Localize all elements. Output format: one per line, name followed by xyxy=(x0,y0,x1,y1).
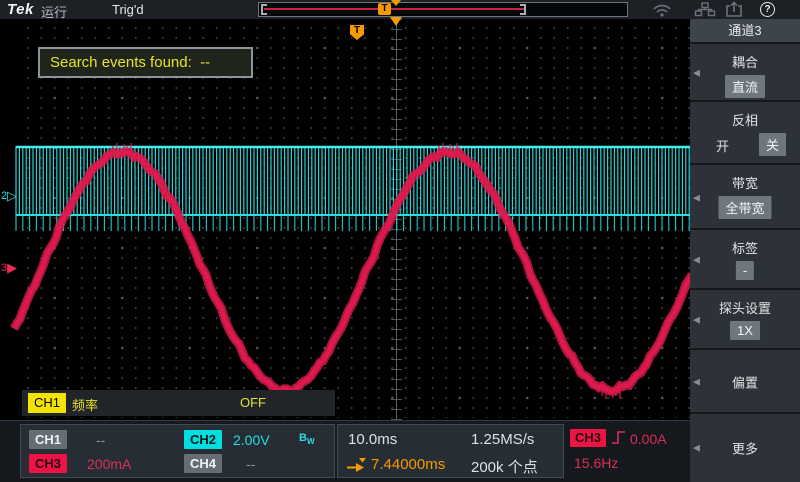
coupling-label: 耦合 xyxy=(690,52,800,71)
side-icons-row: ? xyxy=(690,0,800,19)
menu-section-offset[interactable]: ◀ 偏置 xyxy=(690,348,800,414)
measurement-type-label: 频率 xyxy=(72,395,98,414)
label-value-chip[interactable]: - xyxy=(736,261,754,280)
delay-time-value: 7.44000ms xyxy=(371,456,445,473)
trigger-readouts: CH3 0.00A 15.6Hz xyxy=(566,424,690,476)
invert-on-option[interactable]: 开 xyxy=(716,136,729,155)
graticule-center-line xyxy=(396,19,397,420)
record-view-right-bracket xyxy=(520,4,526,15)
record-view-left-bracket xyxy=(261,4,267,15)
ch4-badge[interactable]: CH4 xyxy=(184,454,222,473)
side-menu-panel: ? 通道3 ◀ 耦合 直流 反相 开 关 ◀ 带宽 全带宽 ◀ 标签 - ◀ 探… xyxy=(690,0,800,480)
export-share-icon[interactable] xyxy=(725,1,743,18)
channel-readouts-box: CH1 -- CH2 2.00V BW CH3 200mA CH4 -- xyxy=(20,424,335,478)
ch2-ground-marker[interactable]: 2▷ xyxy=(1,189,17,203)
wifi-icon[interactable] xyxy=(652,2,672,17)
trigger-state: Trig'd xyxy=(112,2,144,17)
record-view-trigger-badge[interactable]: T xyxy=(378,3,391,15)
bandwidth-value-chip[interactable]: 全带宽 xyxy=(718,196,771,219)
network-topology-icon[interactable] xyxy=(694,2,716,17)
tek-logo: Tek xyxy=(7,1,34,18)
side-menu-title: 通道3 xyxy=(690,19,800,42)
trigger-frequency-value: 15.6Hz xyxy=(574,455,618,471)
invert-label: 反相 xyxy=(690,110,800,129)
graticule-grid xyxy=(15,20,690,418)
ch2-bandwidth-limit-icon: BW xyxy=(299,432,315,446)
top-status-bar: Tek 运行 Trig'd T xyxy=(0,0,690,19)
more-label: 更多 xyxy=(690,439,800,458)
measurement-channel-badge[interactable]: CH1 xyxy=(28,393,66,413)
menu-section-bandwidth[interactable]: ◀ 带宽 全带宽 xyxy=(690,163,800,230)
measurement-bar[interactable]: CH1 频率 OFF xyxy=(22,390,335,416)
ch2-scale-value: 2.00V xyxy=(233,432,270,448)
record-view-bar[interactable]: T xyxy=(258,2,628,17)
coupling-value-chip[interactable]: 直流 xyxy=(725,75,765,98)
hollow-right-triangle-icon: ▷ xyxy=(7,188,17,203)
bandwidth-label: 带宽 xyxy=(690,173,800,192)
menu-section-more[interactable]: ◀ 更多 xyxy=(690,412,800,482)
probe-setup-label: 探头设置 xyxy=(690,298,800,317)
label-label: 标签 xyxy=(690,238,800,257)
menu-section-coupling[interactable]: ◀ 耦合 直流 xyxy=(690,42,800,102)
search-events-banner: Search events found: -- xyxy=(38,47,253,78)
horizontal-readouts-box: 10.0ms 1.25MS/s 7.44000ms 200k 个点 xyxy=(337,424,564,478)
ch3-scale-value: 200mA xyxy=(87,456,131,472)
record-view-waveform-line xyxy=(264,8,524,10)
trigger-position-icon[interactable] xyxy=(390,17,402,26)
filled-right-triangle-icon: ▶ xyxy=(7,260,17,275)
menu-section-invert[interactable]: 反相 开 关 xyxy=(690,100,800,165)
expansion-point-icon xyxy=(391,0,401,6)
waveform-display xyxy=(0,19,690,420)
rising-edge-icon xyxy=(611,428,627,446)
submenu-arrow-icon: ◀ xyxy=(693,192,700,203)
menu-section-label[interactable]: ◀ 标签 - xyxy=(690,228,800,290)
measurement-value: OFF xyxy=(240,395,266,410)
bottom-status-bar: CH1 -- CH2 2.00V BW CH3 200mA CH4 -- 10.… xyxy=(0,420,690,481)
menu-section-probe-setup[interactable]: ◀ 探头设置 1X xyxy=(690,288,800,350)
ch3-ground-marker[interactable]: 3▶ xyxy=(1,261,17,275)
help-icon[interactable]: ? xyxy=(760,2,775,17)
delay-arrow-icon xyxy=(346,458,368,472)
horizontal-scale-value: 10.0ms xyxy=(348,431,397,448)
ch1-badge[interactable]: CH1 xyxy=(29,430,67,449)
record-length-value: 200k 个点 xyxy=(471,456,538,477)
sample-rate-value: 1.25MS/s xyxy=(471,431,534,448)
trigger-level-value: 0.00A xyxy=(630,431,667,447)
trigger-source-badge[interactable]: CH3 xyxy=(570,429,606,447)
invert-off-option-selected[interactable]: 关 xyxy=(759,133,786,156)
probe-attenuation-chip[interactable]: 1X xyxy=(730,321,760,340)
ch3-badge[interactable]: CH3 xyxy=(29,454,67,473)
ch2-badge[interactable]: CH2 xyxy=(184,430,222,449)
offset-label: 偏置 xyxy=(690,373,800,392)
ch4-scale-value: -- xyxy=(246,456,255,472)
ch1-scale-value: -- xyxy=(96,432,105,448)
